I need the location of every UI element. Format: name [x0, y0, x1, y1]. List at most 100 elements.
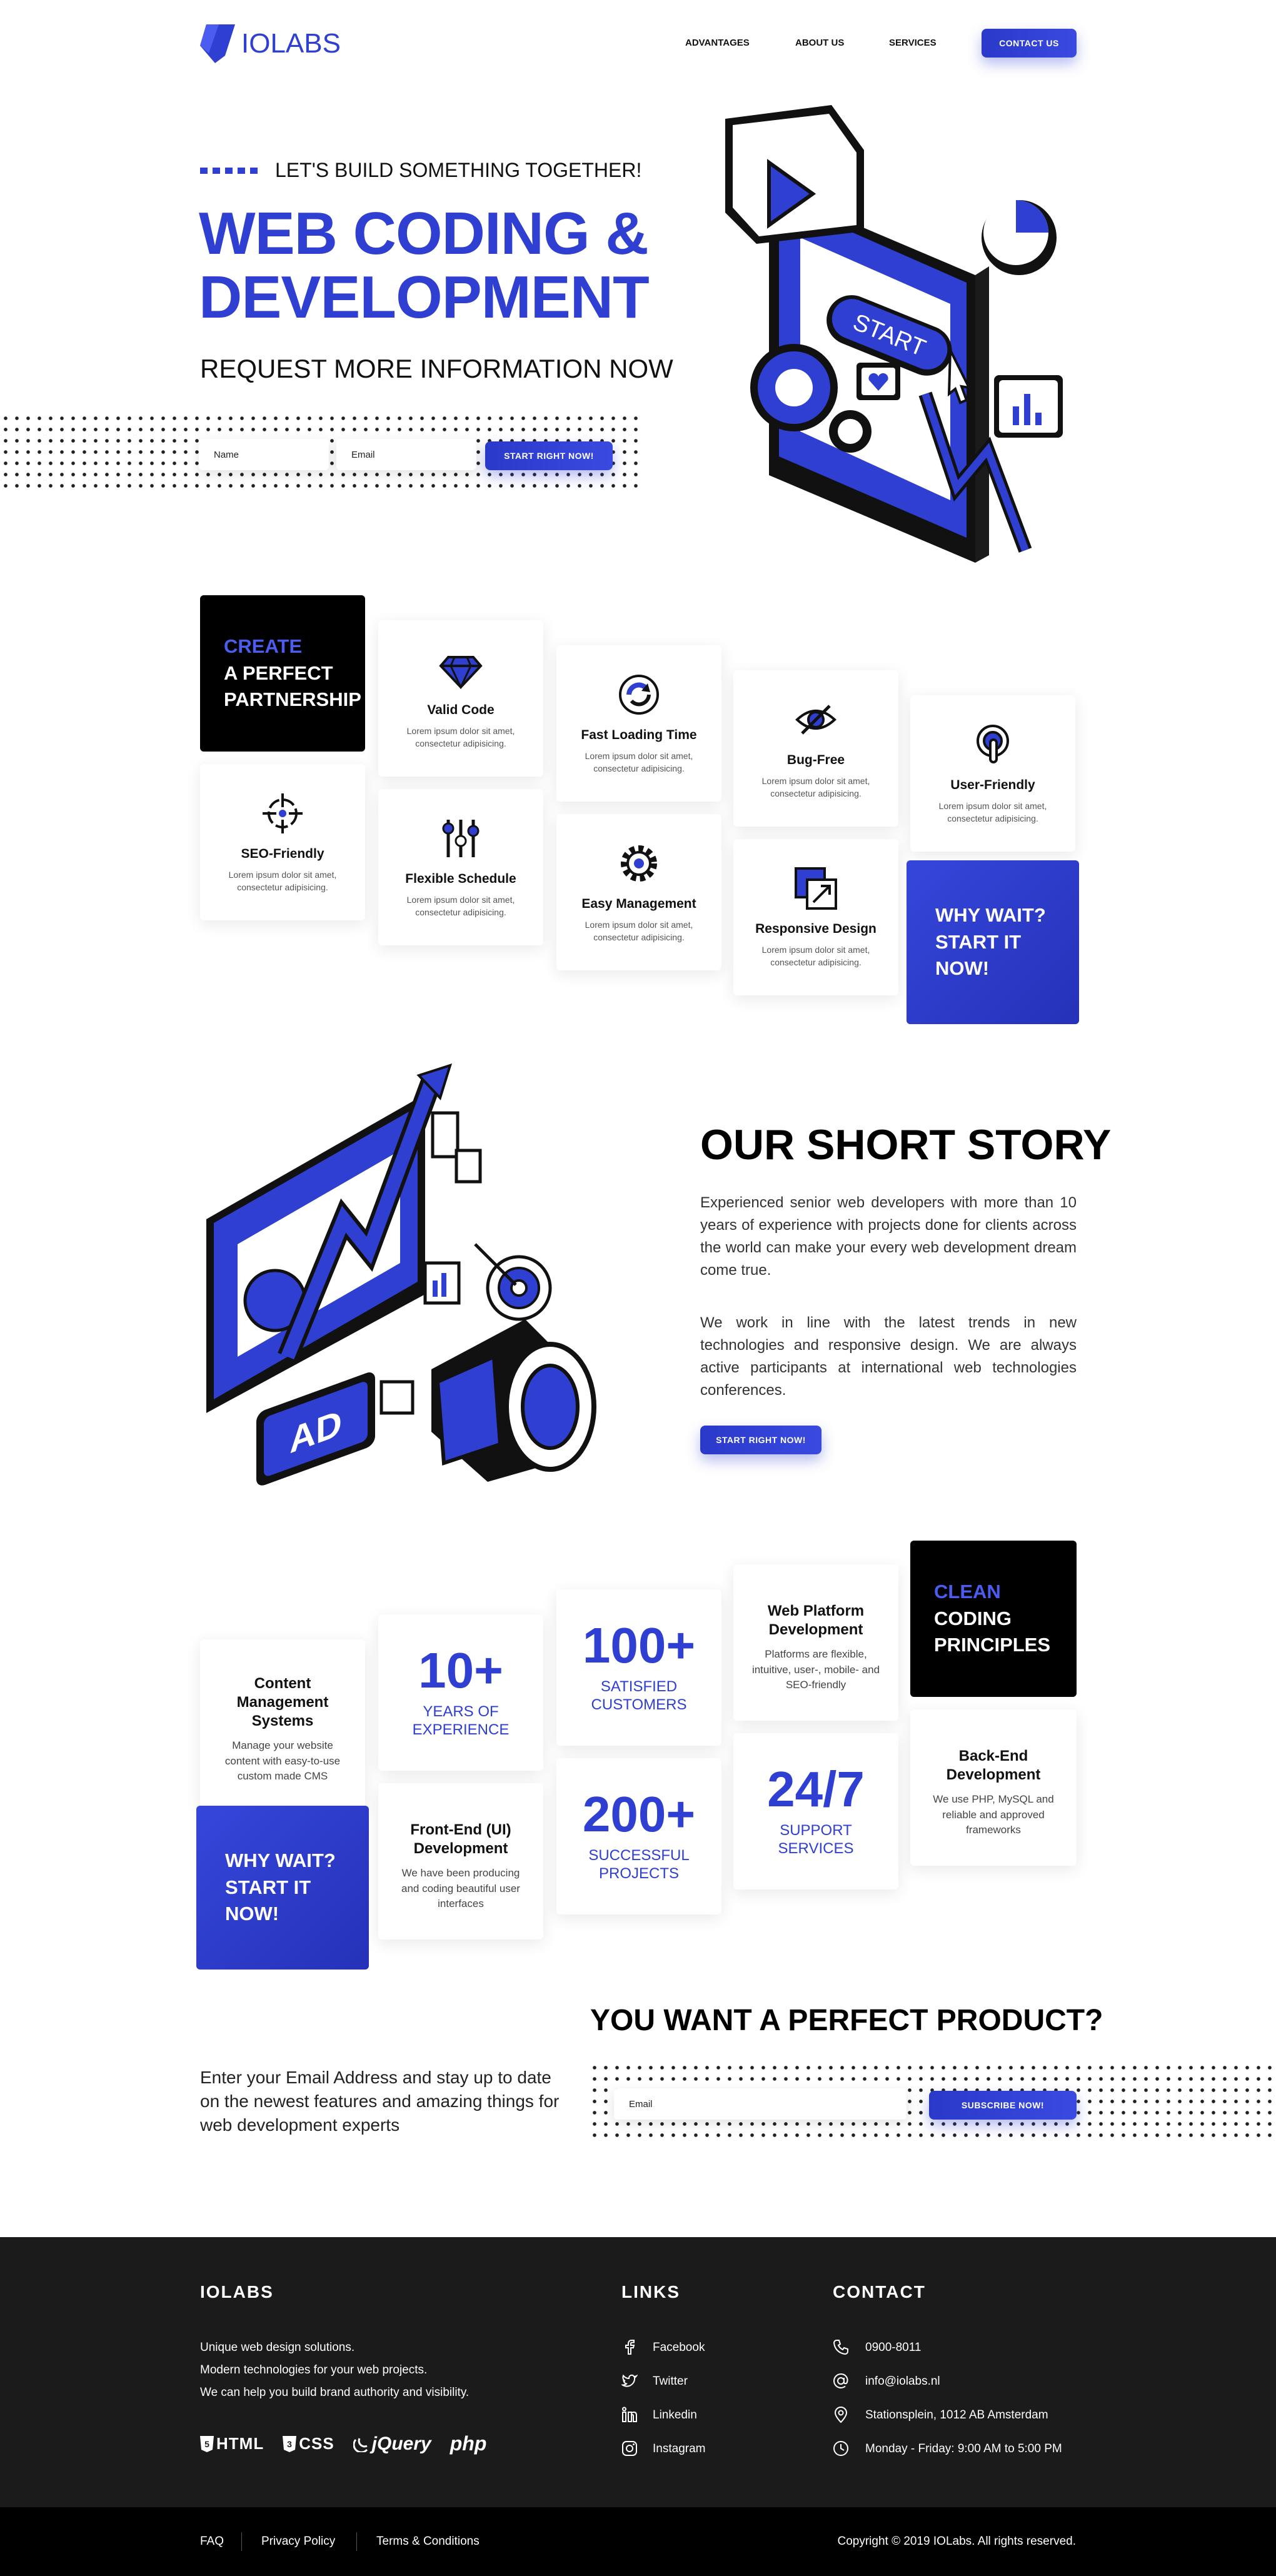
contact-hours: Monday - Friday: 9:00 AM to 5:00 PM	[865, 2442, 1062, 2455]
stat-label: SUPPORT SERVICES	[778, 1822, 854, 1857]
why-wait-line1: WHY WAIT?	[225, 1849, 336, 1871]
why-wait-line3: NOW!	[225, 1903, 279, 1925]
service-title: Web Platform Development	[767, 1602, 865, 1639]
crosshair-icon	[263, 793, 303, 833]
clean-line1: CLEAN	[934, 1580, 1001, 1602]
footer-link-faq[interactable]: FAQ	[200, 2535, 224, 2548]
newsletter-text: Enter your Email Address and stay up to …	[200, 2068, 560, 2135]
nav-item-advantages[interactable]: ADVANTAGES	[685, 38, 750, 48]
hero-title-line1: WEB CODING &	[199, 200, 649, 267]
linkedin-icon[interactable]	[621, 2407, 638, 2423]
feature-card-flexible-schedule: Flexible Schedule Lorem ipsum dolor sit …	[378, 789, 543, 945]
css3-icon: 3 CSS	[283, 2434, 334, 2453]
feature-desc: Lorem ipsum dolor sit amet, consectetur …	[406, 894, 515, 918]
contact-phone[interactable]: 0900-8011	[865, 2341, 921, 2355]
feature-title: Easy Management	[581, 896, 696, 911]
feature-card-fast-loading: Fast Loading Time Lorem ipsum dolor sit …	[556, 645, 721, 802]
gear-icon	[621, 845, 657, 882]
logo-text-labs: LABS	[270, 28, 341, 59]
contact-email[interactable]: info@iolabs.nl	[865, 2375, 940, 2388]
facebook-icon[interactable]	[621, 2339, 638, 2355]
phone-icon	[833, 2340, 848, 2355]
refresh-icon	[619, 674, 659, 715]
feature-title: Bug-Free	[786, 752, 845, 767]
feature-card-user-friendly: User-Friendly Lorem ipsum dolor sit amet…	[910, 695, 1075, 852]
nav-item-about[interactable]: ABOUT US	[795, 38, 844, 48]
feature-card-seo: SEO-Friendly Lorem ipsum dolor sit amet,…	[200, 764, 365, 920]
why-wait-card[interactable]: WHY WAIT? START IT NOW!	[907, 860, 1079, 1024]
stat-number: 10+	[418, 1643, 503, 1699]
footer-brand-line: Modern technologies for your web project…	[200, 2363, 428, 2377]
hero-illustration: START	[719, 100, 1094, 588]
footer-link-linkedin[interactable]: Linkedin	[653, 2408, 697, 2422]
logo-mark-icon	[200, 24, 235, 63]
service-desc: Platforms are flexible, intuitive, user-…	[751, 1648, 880, 1691]
subscribe-button[interactable]: SUBSCRIBE NOW!	[929, 2091, 1077, 2120]
stat-card-projects: 200+ SUCCESSFUL PROJECTS	[556, 1758, 721, 1914]
clean-coding-card: CLEAN CODING PRINCIPLES	[910, 1541, 1077, 1697]
tech-logo-jquery: jQuery	[371, 2433, 431, 2454]
copyright: Copyright © 2019 IOLabs. All rights rese…	[837, 2535, 1076, 2548]
site-header: IO LABS ADVANTAGES ABOUT US SERVICES CON…	[0, 0, 1276, 88]
service-card-cms: Content Management Systems Manage your w…	[200, 1639, 365, 1809]
location-pin-icon	[834, 2407, 848, 2423]
nav-item-services[interactable]: SERVICES	[889, 38, 937, 48]
eye-slash-icon	[795, 704, 836, 735]
stat-card-support: 24/7 SUPPORT SERVICES	[733, 1733, 898, 1889]
feature-title: Flexible Schedule	[405, 871, 516, 886]
hero-subtitle: REQUEST MORE INFORMATION NOW	[200, 354, 673, 383]
tech-logo-css: CSS	[299, 2434, 334, 2453]
logo[interactable]: IO LABS	[200, 24, 341, 63]
hero-email-input[interactable]: Email	[336, 439, 476, 470]
tech-logo-html: HTML	[216, 2434, 264, 2453]
service-title: Back-End Development	[946, 1748, 1041, 1784]
hero-submit-button[interactable]: START RIGHT NOW!	[485, 441, 613, 470]
stat-card-years: 10+ YEARS OF EXPERIENCE	[378, 1614, 543, 1771]
newsletter-title: YOU WANT A PERFECT PRODUCT?	[590, 2004, 1103, 2037]
why-wait-line2: START IT	[225, 1876, 311, 1898]
footer-link-terms[interactable]: Terms & Conditions	[376, 2535, 480, 2548]
touch-icon	[977, 724, 1009, 763]
feature-card-valid-code: Valid Code Lorem ipsum dolor sit amet, c…	[378, 620, 543, 777]
service-card-frontend: Front-End (UI) Development We have been …	[378, 1783, 543, 1940]
story-para1: Experienced senior web developers with m…	[700, 1194, 1077, 1279]
instagram-icon[interactable]	[621, 2440, 638, 2457]
footer-brand-heading: IOLABS	[200, 2282, 274, 2302]
footer-bottom-bar: FAQ Privacy Policy Terms & Conditions Co…	[0, 2507, 1276, 2576]
story-illustration: AD	[200, 1057, 613, 1532]
tech-logos: 5 HTML 3 CSS jQuery php	[200, 2432, 486, 2455]
hero-kicker-dashes	[200, 168, 258, 174]
contact-address: Stationsplein, 1012 AB Amsterdam	[865, 2408, 1048, 2422]
service-desc: We have been producing and coding beauti…	[401, 1867, 520, 1910]
twitter-icon[interactable]	[621, 2373, 638, 2389]
story-title: OUR SHORT STORY	[700, 1121, 1112, 1169]
story-start-button[interactable]: START RIGHT NOW!	[700, 1426, 821, 1454]
footer-contact-heading: CONTACT	[833, 2282, 926, 2302]
footer-link-privacy[interactable]: Privacy Policy	[261, 2535, 335, 2548]
hero-name-input[interactable]: Name	[199, 439, 329, 470]
feature-title: SEO-Friendly	[241, 846, 324, 861]
why-wait-card-2[interactable]: WHY WAIT? START IT NOW!	[196, 1806, 369, 1970]
feature-card-easy-management: Easy Management Lorem ipsum dolor sit am…	[556, 814, 721, 970]
footer-link-facebook[interactable]: Facebook	[653, 2341, 705, 2355]
footer-brand-line: We can help you build brand authority an…	[200, 2386, 470, 2399]
footer-link-twitter[interactable]: Twitter	[653, 2375, 688, 2388]
hero-title-line2: DEVELOPMENT	[199, 264, 650, 331]
footer-link-instagram[interactable]: Instagram	[653, 2442, 705, 2456]
sliders-icon	[442, 819, 480, 857]
html5-icon: 5 HTML	[200, 2434, 264, 2453]
contact-us-button[interactable]: CONTACT US	[982, 29, 1077, 58]
at-icon	[833, 2373, 848, 2389]
footer-links-heading: LINKS	[621, 2282, 680, 2302]
stat-card-customers: 100+ SATISFIED CUSTOMERS	[556, 1589, 721, 1746]
stat-number: 24/7	[767, 1761, 865, 1818]
feature-desc: Lorem ipsum dolor sit amet, consectetur …	[585, 919, 693, 943]
feature-title: Valid Code	[427, 702, 495, 717]
feature-card-bug-free: Bug-Free Lorem ipsum dolor sit amet, con…	[733, 670, 898, 827]
stat-label: YEARS OF EXPERIENCE	[412, 1703, 510, 1738]
stat-label: SUCCESSFUL PROJECTS	[588, 1847, 690, 1882]
partnership-line2: A PERFECT	[224, 662, 333, 684]
service-card-backend: Back-End Development We use PHP, MySQL a…	[910, 1709, 1077, 1866]
service-title: Content Management Systems	[236, 1675, 329, 1730]
newsletter-email-input[interactable]: Email	[614, 2088, 907, 2120]
